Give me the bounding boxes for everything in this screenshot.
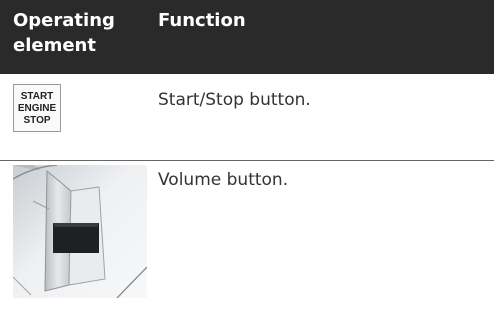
- header-operating-element: Operating element: [13, 10, 115, 56]
- table-header: Operating element Function: [0, 0, 494, 74]
- volume-button-photo: [12, 164, 148, 299]
- button-line-stop: STOP: [23, 115, 50, 126]
- function-start-stop: Start/Stop button.: [158, 90, 311, 110]
- start-engine-stop-label: START ENGINE STOP: [18, 91, 57, 126]
- table-row: Volume button.: [0, 161, 494, 321]
- function-volume: Volume button.: [158, 170, 289, 190]
- button-line-start: START: [21, 91, 54, 102]
- start-engine-stop-button-icon: START ENGINE STOP: [13, 84, 61, 132]
- button-line-engine: ENGINE: [18, 103, 57, 114]
- table-row: START ENGINE STOP Start/Stop button.: [0, 74, 494, 160]
- header-function: Function: [158, 10, 246, 31]
